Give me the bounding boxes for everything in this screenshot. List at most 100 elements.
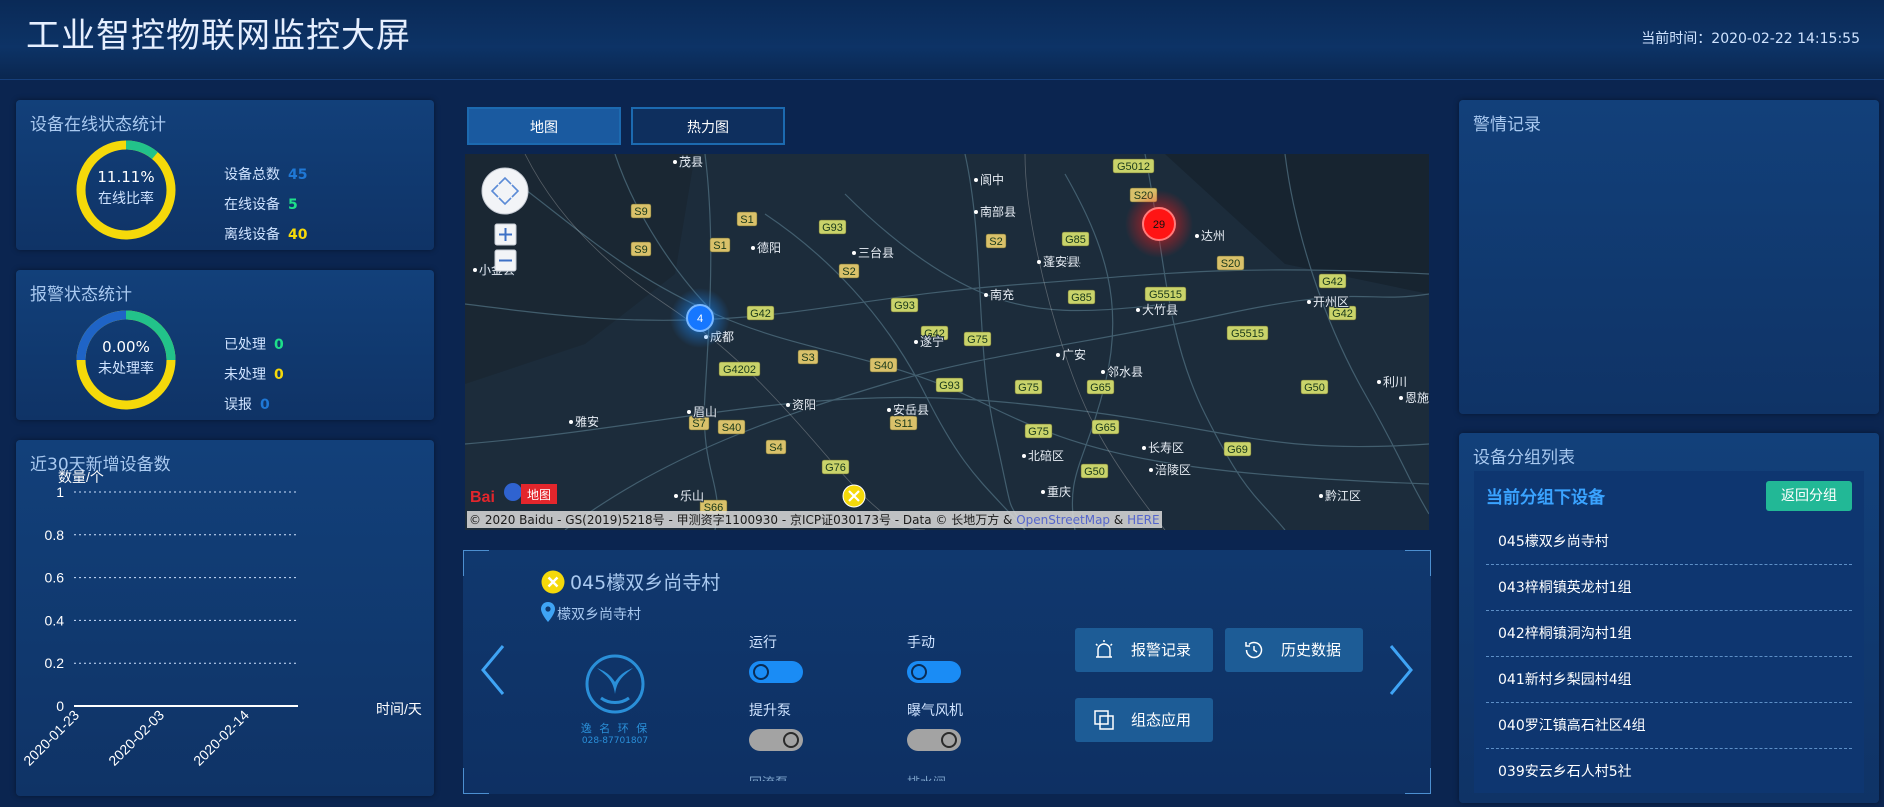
road-label: G65 [1086,379,1115,395]
switch-knob [911,664,927,680]
svg-text:开州区: 开州区 [1313,295,1349,309]
online-percent: 11.11% [97,168,155,186]
svg-text:S9: S9 [634,206,647,218]
switch-lift-pump-label: 提升泵 [749,703,791,719]
switch-knob [941,732,957,748]
road-label: S11 [889,415,918,431]
alarm-donut-text: 0.00% 未处理率 [76,338,176,378]
openstreetmap-link[interactable]: OpenStreetMap [1016,513,1110,527]
alarm-caption: 未处理率 [98,361,154,377]
list-item[interactable]: 040罗江镇高石社区4组 [1486,703,1852,749]
switch-manual[interactable] [907,661,961,683]
group-device-list: 当前分组下设备 返回分组 045檬双乡尚寺村 043梓桐镇英龙村1组 042梓桐… [1474,471,1864,793]
history-data-button[interactable]: 历史数据 [1225,628,1363,672]
road-label: G42 [746,305,775,321]
svg-text:南充: 南充 [990,287,1014,302]
svg-text:资阳: 资阳 [792,398,816,412]
stat-offline-label: 离线设备 [224,227,280,243]
stat-total-value: 45 [288,167,308,183]
switch-blower[interactable] [907,729,961,751]
svg-text:眉山: 眉山 [693,405,717,419]
svg-text:S9: S9 [634,244,647,256]
alarm-percent: 0.00% [102,338,150,356]
city-label: 开州区 [1307,294,1350,310]
svg-text:雅安: 雅安 [575,414,599,429]
cluster-red-count: 29 [1153,219,1165,231]
page-title: 工业智控物联网监控大屏 [26,16,411,56]
list-item[interactable]: 042梓桐镇洞沟村1组 [1486,611,1852,657]
switch-drain-valve-label: 排水阀 [907,772,946,781]
alarm-record-button[interactable]: 报警记录 [1075,628,1213,672]
next-device-button[interactable] [1385,640,1419,700]
map-view[interactable]: G5012S20S9S1G93S9S1G85S2S20G42S2G5515G85… [465,154,1429,530]
time-label: 当前时间： [1641,31,1712,47]
list-item[interactable]: 045檬双乡尚寺村 [1486,519,1852,565]
stat-offline-value: 40 [288,227,308,243]
stat-total-label: 设备总数 [224,167,280,183]
svg-text:三台县: 三台县 [858,245,894,260]
svg-text:利川: 利川 [1383,375,1407,389]
alarm-record-label: 报警记录 [1131,641,1192,659]
online-caption: 在线比率 [98,191,154,207]
chart-x-tick: 2020-02-14 [190,707,252,769]
switch-lift-pump[interactable] [749,729,803,751]
road-label: G75 [1014,379,1043,395]
tab-map[interactable]: 地图 [467,107,621,145]
road-label: G5012 [1112,158,1155,174]
chart-y-tick: 1 [56,484,64,500]
list-item[interactable]: 041新村乡梨园村4组 [1486,657,1852,703]
here-link[interactable]: HERE [1127,513,1160,527]
svg-text:S4: S4 [769,442,782,454]
online-stats-list: 设备总数 45 在线设备 5 离线设备 40 [224,160,307,250]
chart-y-tick: 0.8 [45,527,65,543]
chart-y-tick: 0.2 [45,655,65,671]
list-item[interactable]: 043梓桐镇英龙村1组 [1486,565,1852,611]
config-app-button[interactable]: 组态应用 [1075,698,1213,742]
stat-online-label: 在线设备 [224,197,280,213]
stat-unhandled-label: 未处理 [224,367,266,383]
layers-icon [1094,710,1114,730]
switch-run[interactable] [749,661,803,683]
city-label: 黔江区 [1319,487,1362,504]
copyright-text: © 2020 Baidu - GS(2019)5218号 - 甲测资字11009… [469,513,1013,527]
stat-unhandled-value: 0 [274,367,284,383]
road-label: S3 [797,349,819,365]
svg-text:遂宁: 遂宁 [920,334,944,349]
road-label: G50 [1080,463,1109,479]
svg-text:G85: G85 [1071,292,1092,304]
svg-text:大竹县: 大竹县 [1142,303,1178,317]
frame-corner [1405,550,1431,576]
stat-offline: 离线设备 40 [224,220,307,250]
frame-corner [463,768,489,794]
prev-device-button[interactable] [475,640,509,700]
svg-text:G42: G42 [1322,276,1343,288]
switch-run-label: 运行 [749,635,777,651]
back-to-groups-button[interactable]: 返回分组 [1766,481,1852,511]
stat-handled-label: 已处理 [224,337,266,353]
svg-text:广安: 广安 [1062,347,1086,362]
road-label: G5515 [1226,325,1269,341]
svg-text:地图: 地图 [527,488,551,502]
svg-text:阆中: 阆中 [980,172,1004,187]
svg-text:S1: S1 [713,240,726,252]
header: 工业智控物联网监控大屏 当前时间：2020-02-22 14:15:55 [0,0,1884,80]
stat-handled: 已处理 0 [224,330,284,360]
new-devices-chart: 数量/个 时间/天 0 0.2 0.4 0.6 0.8 1 2020-01-23 2020-… [20,469,422,769]
svg-text:茂县: 茂县 [679,155,703,169]
map-canvas[interactable]: G5012S20S9S1G93S9S1G85S2S20G42S2G5515G85… [465,154,1429,530]
alarm-status-panel: 报警状态统计 0.00% 未处理率 已处理 0 未处理 0 误报 0 [16,270,434,420]
city-label: 南部县 [974,203,1017,220]
road-label: G85 [1061,231,1090,247]
list-item[interactable]: 039安云乡石人村5社 [1486,749,1852,795]
alarm-panel-title: 报警状态统计 [30,285,132,305]
chart-x-label: 时间/天 [376,701,422,717]
road-label: G75 [1024,423,1053,439]
frame-corner [463,550,489,576]
road-label: G75 [963,331,992,347]
frame-corner [1405,768,1431,794]
road-label: S1 [709,237,731,253]
svg-text:蓬安县: 蓬安县 [1043,254,1079,269]
map-pan-control[interactable] [481,167,529,215]
road-label: G76 [821,459,850,475]
tab-heatmap[interactable]: 热力图 [631,107,785,145]
